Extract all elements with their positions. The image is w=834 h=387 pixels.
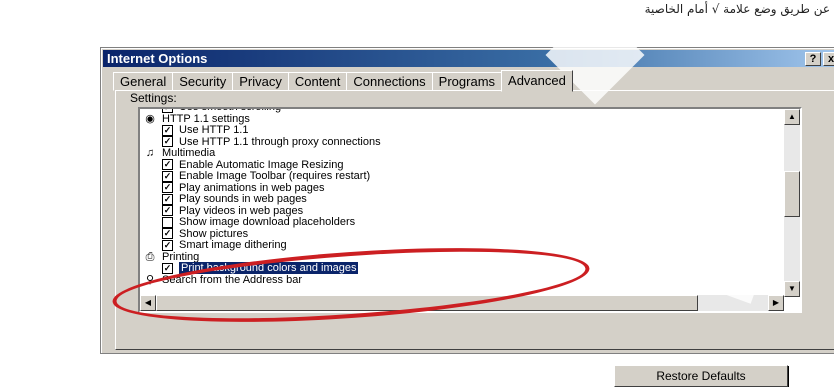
setting-label: Enable Automatic Image Resizing: [179, 158, 344, 171]
checkbox[interactable]: ✓: [162, 124, 173, 136]
internet-options-dialog: Internet Options ? x General Security Pr…: [100, 47, 834, 387]
scroll-left-arrow-icon[interactable]: ◀: [140, 295, 156, 311]
setting-row[interactable]: ✓ Play sounds in web pages: [162, 193, 307, 205]
tab-security[interactable]: Security: [172, 72, 234, 91]
setting-label: Play sounds in web pages: [179, 193, 307, 205]
setting-row[interactable]: ✓ Show pictures: [162, 228, 248, 240]
setting-row[interactable]: Show image download placeholders: [162, 216, 355, 228]
arabic-caption: عن طريق وضع علامة √ أمام الخاصية: [644, 2, 830, 16]
setting-label: Show image download placeholders: [179, 216, 356, 228]
globe-icon: ◉: [145, 112, 155, 125]
setting-label: Multimedia: [162, 147, 216, 159]
printer-icon: ⎙: [145, 250, 155, 263]
checkbox[interactable]: ✓: [162, 205, 173, 216]
setting-row[interactable]: ✓ Enable Image Toolbar (requires restart): [162, 170, 370, 182]
advanced-panel: Settings: ✓Use smooth scrolling◉HTTP 1.1…: [115, 90, 834, 387]
checkbox[interactable]: ✓: [162, 170, 173, 182]
setting-row[interactable]: ✓ Play videos in web pages: [162, 205, 303, 217]
scroll-right-arrow-icon[interactable]: ▶: [768, 295, 784, 311]
tab-programs[interactable]: Programs: [431, 72, 503, 91]
setting-row[interactable]: ✓ Enable Automatic Image Resizing: [162, 159, 343, 171]
restore-defaults-button[interactable]: Restore Defaults: [614, 365, 788, 387]
checkbox[interactable]: ✓: [162, 193, 173, 205]
checkbox[interactable]: ✓: [162, 136, 173, 147]
setting-label: Show pictures: [179, 227, 249, 240]
setting-label: Play animations in web pages: [179, 181, 325, 194]
tab-connections[interactable]: Connections: [346, 72, 433, 91]
settings-group-row: ⚲ Search from the Address bar: [142, 274, 302, 286]
setting-label: Printing: [162, 250, 200, 263]
scroll-down-arrow-icon[interactable]: ▼: [784, 281, 800, 297]
magnifier-icon: ⚲: [145, 273, 155, 286]
settings-group-row: ♫ Multimedia: [142, 147, 215, 159]
checkbox[interactable]: ✓: [162, 228, 173, 239]
setting-label: Use HTTP 1.1: [179, 124, 249, 136]
setting-label: Enable Image Toolbar (requires restart): [179, 170, 371, 182]
setting-row[interactable]: ✓ Play animations in web pages: [162, 182, 325, 194]
setting-row[interactable]: ✓ Use HTTP 1.1: [162, 124, 249, 136]
setting-label: Print background colors and images: [179, 262, 359, 274]
settings-listbox[interactable]: ✓Use smooth scrolling◉HTTP 1.1 settings✓…: [138, 107, 802, 313]
scroll-up-arrow-icon[interactable]: ▲: [784, 109, 800, 125]
horizontal-scroll-thumb[interactable]: [156, 295, 698, 311]
help-button[interactable]: ?: [805, 52, 821, 66]
setting-label: Search from the Address bar: [162, 273, 303, 286]
checkbox[interactable]: ✓: [162, 239, 173, 251]
setting-label: HTTP 1.1 settings: [162, 112, 250, 125]
setting-row[interactable]: ✓ Print background colors and images: [162, 262, 359, 274]
tab-content[interactable]: Content: [287, 72, 348, 91]
settings-group-row: ⎙ Printing: [142, 250, 200, 263]
tab-advanced[interactable]: Advanced: [501, 70, 573, 92]
checkbox[interactable]: ✓: [162, 159, 173, 170]
horizontal-scrollbar[interactable]: ◀ ▶: [140, 295, 784, 311]
setting-label: Smart image dithering: [179, 239, 287, 251]
scroll-thumb[interactable]: [784, 171, 800, 217]
tab-general[interactable]: General: [113, 72, 174, 91]
settings-group-row: ◉ HTTP 1.1 settings: [142, 113, 250, 125]
tab-privacy[interactable]: Privacy: [232, 72, 289, 91]
setting-row[interactable]: ✓ Use HTTP 1.1 through proxy connections: [162, 136, 381, 148]
checkbox[interactable]: ✓: [162, 182, 173, 193]
setting-label: Play videos in web pages: [179, 204, 304, 217]
close-button[interactable]: x: [823, 52, 834, 66]
setting-row[interactable]: ✓ Smart image dithering: [162, 239, 287, 251]
vertical-scrollbar[interactable]: ▲ ▼: [784, 109, 800, 297]
tab-strip: General Security Privacy Content Connect…: [113, 70, 573, 92]
checkbox[interactable]: [162, 216, 173, 228]
settings-label: Settings:: [130, 91, 177, 105]
checkbox[interactable]: ✓: [162, 262, 173, 274]
title-bar: Internet Options ? x: [103, 50, 834, 67]
window-title: Internet Options: [107, 51, 208, 66]
multimedia-icon: ♫: [145, 147, 155, 159]
setting-label: Use HTTP 1.1 through proxy connections: [179, 135, 381, 148]
